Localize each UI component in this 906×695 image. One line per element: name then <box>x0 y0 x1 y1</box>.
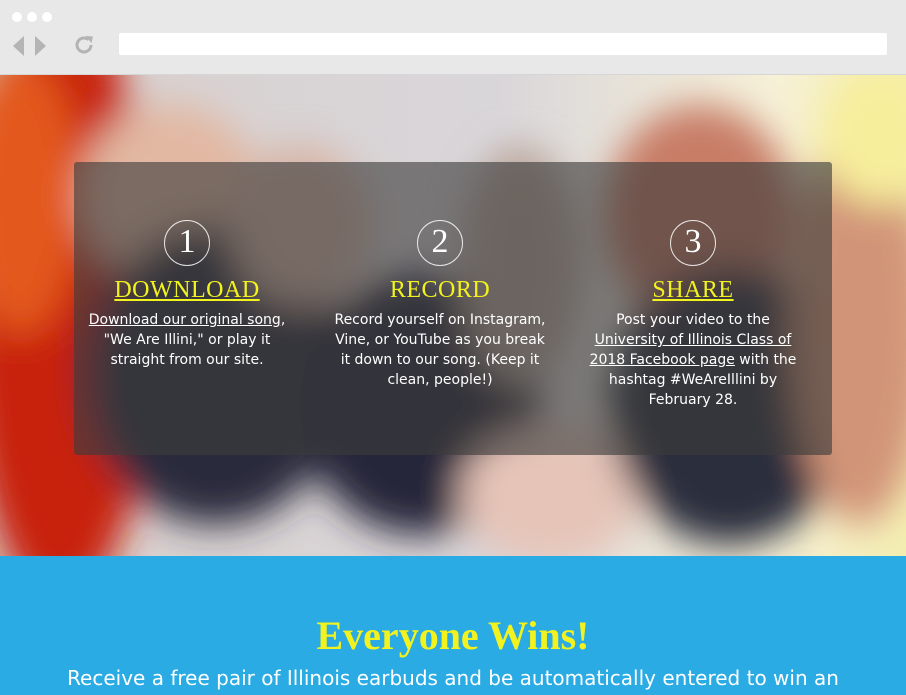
maximize-window-dot[interactable] <box>42 12 52 22</box>
download-title-link[interactable]: DOWNLOAD <box>114 276 259 304</box>
step-number-badge: 1 <box>164 220 210 266</box>
step-share: 3 SHARE Post your video to the Universit… <box>583 218 803 410</box>
record-title: RECORD <box>389 277 491 303</box>
back-arrow-icon[interactable] <box>11 34 25 58</box>
section-title: Everyone Wins! <box>316 613 590 658</box>
step-description: Download our original song, "We Are Illi… <box>77 310 297 370</box>
close-window-dot[interactable] <box>12 12 22 22</box>
steps-panel: 1 DOWNLOAD Download our original song, "… <box>74 162 832 455</box>
browser-chrome <box>0 0 906 75</box>
address-bar[interactable] <box>119 33 887 55</box>
window-controls <box>12 12 52 22</box>
download-song-link[interactable]: Download our original song <box>89 312 281 328</box>
minimize-window-dot[interactable] <box>27 12 37 22</box>
step-download: 1 DOWNLOAD Download our original song, "… <box>77 218 297 370</box>
step-description: Post your video to the University of Ill… <box>583 310 803 410</box>
step-description-text: Post your video to the <box>616 312 770 328</box>
reload-icon[interactable] <box>72 33 96 57</box>
step-record: 2 RECORD Record yourself on Instagram, V… <box>330 218 550 390</box>
step-description: Record yourself on Instagram, Vine, or Y… <box>334 312 546 388</box>
step-number-badge: 2 <box>417 220 463 266</box>
forward-arrow-icon[interactable] <box>34 34 48 58</box>
share-title-link[interactable]: SHARE <box>652 276 733 304</box>
hero-section: 1 DOWNLOAD Download our original song, "… <box>0 75 906 556</box>
section-description: Receive a free pair of Illinois earbuds … <box>67 666 839 690</box>
step-number-badge: 3 <box>670 220 716 266</box>
everyone-wins-section: Everyone Wins! Receive a free pair of Il… <box>0 556 906 695</box>
